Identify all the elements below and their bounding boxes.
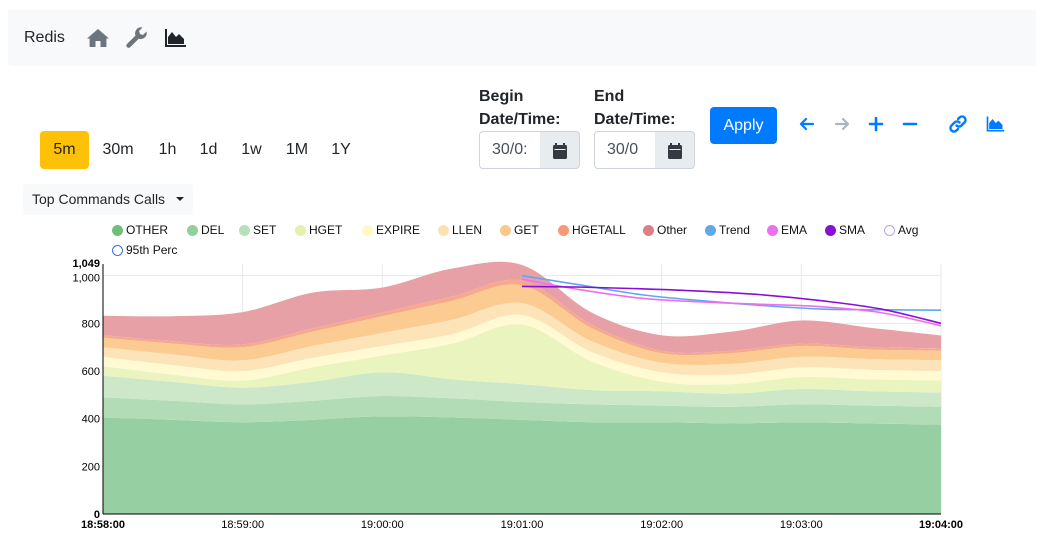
x-tick-label: 19:02:00 [640,519,683,531]
area-other [103,416,941,514]
y-tick-label: 600 [82,366,100,378]
y-tick-label: 1,000 [72,273,100,285]
x-tick-label: 19:01:00 [501,519,544,531]
x-tick-label: 19:04:00 [919,519,963,531]
y-tick-label: 1,049 [72,258,100,270]
stacked-area-chart: 02004006008001,0001,04918:58:00 18:59:00 1… [72,258,963,531]
x-tick-label: 18:58:00 [81,519,125,531]
y-tick-label: 800 [82,318,100,330]
x-tick-label: 19:00:00 [361,519,404,531]
x-tick-label: 19:03:00 [780,519,823,531]
y-tick-label: 400 [82,414,100,426]
y-tick-label: 200 [82,461,100,473]
x-tick-label: 18:59:00 [221,519,264,531]
